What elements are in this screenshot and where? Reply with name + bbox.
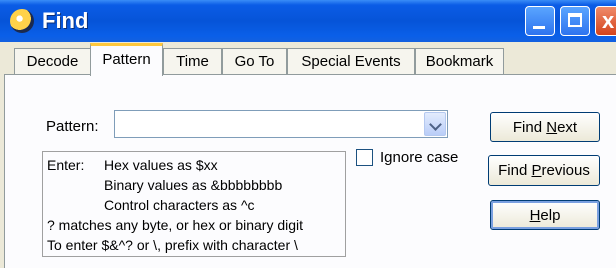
help-hex: Hex values as $xx (104, 157, 218, 173)
help-control: Control characters as ^c (104, 197, 255, 213)
pattern-help-box: Enter: Hex values as $xx Binary values a… (42, 151, 346, 257)
help-label-accel: H (529, 206, 541, 224)
find-next-label-accel: N (546, 118, 558, 136)
tab-pattern[interactable]: Pattern (90, 43, 163, 76)
minimize-button[interactable] (525, 6, 555, 36)
tab-decode[interactable]: Decode (14, 48, 91, 74)
tab-bookmark[interactable]: Bookmark (415, 48, 504, 74)
help-button[interactable]: Help (490, 200, 600, 230)
help-label-post: elp (540, 206, 561, 224)
find-dialog: Find x Decode Pattern Time Go To Special… (0, 0, 616, 268)
help-binary: Binary values as &bbbbbbbb (104, 177, 283, 193)
find-next-label-pre: Find (512, 118, 547, 136)
find-next-button[interactable]: Find Next (490, 112, 600, 142)
help-escape: To enter $&^? or \, prefix with characte… (47, 237, 298, 253)
help-enter-label: Enter: (47, 157, 85, 173)
pattern-label: Pattern: (46, 118, 99, 135)
find-previous-label-pre: Find (498, 162, 532, 179)
tab-go-to[interactable]: Go To (222, 48, 287, 74)
tab-time[interactable]: Time (163, 48, 222, 74)
app-icon (10, 9, 34, 33)
window-title: Find (42, 8, 89, 33)
close-button[interactable]: x (595, 6, 616, 36)
ignore-case-checkbox[interactable] (356, 149, 373, 166)
find-previous-label-accel: P (531, 162, 542, 179)
maximize-icon (568, 13, 582, 27)
ignore-case-label[interactable]: Ignore case (380, 149, 458, 166)
pattern-combobox[interactable] (114, 110, 448, 138)
title-bar[interactable]: Find x (0, 0, 616, 42)
tab-special-events[interactable]: Special Events (287, 48, 415, 74)
find-next-label-post: ext (557, 118, 578, 136)
help-match: ? matches any byte, or hex or binary dig… (47, 217, 304, 233)
minimize-icon (533, 26, 545, 29)
close-icon: x (602, 8, 615, 33)
maximize-button[interactable] (560, 6, 590, 36)
find-previous-label-post: revious (541, 162, 590, 179)
dropdown-arrow-button[interactable] (424, 112, 446, 136)
find-previous-button[interactable]: Find Previous (488, 155, 600, 186)
